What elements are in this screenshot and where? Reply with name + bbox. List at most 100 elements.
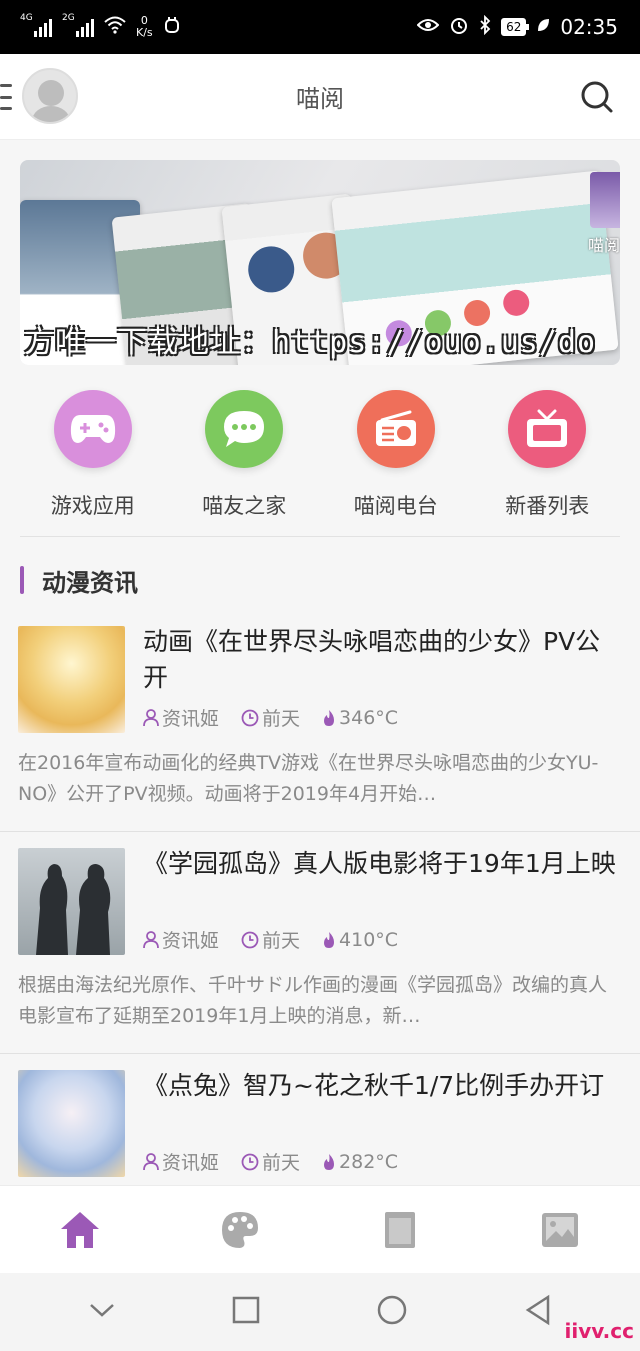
section-title: 动漫资讯 xyxy=(42,568,138,597)
banner-circle-art xyxy=(245,244,297,295)
back-button[interactable] xyxy=(524,1294,552,1330)
bluetooth-icon xyxy=(479,14,491,39)
news-time-label: 前天 xyxy=(262,1152,301,1174)
status-bar: 4G 2G 0 K/s 62 02:35 xyxy=(0,0,640,54)
news-author-label: 资讯姬 xyxy=(162,930,220,952)
flame-icon xyxy=(324,709,335,726)
banner-mini-icon-4 xyxy=(501,288,531,318)
network-speed-unit: K/s xyxy=(136,26,153,39)
main-content: 喵阅 方唯一下载地址：https://ouo.us/do 游戏应用 喵友之家 喵… xyxy=(0,140,640,1185)
news-item[interactable]: 动画《在世界尽头咏唱恋曲的少女》PV公开 资讯姬 前天 346°C 在2016年… xyxy=(0,610,640,832)
radio-icon xyxy=(356,390,435,468)
user-icon xyxy=(143,708,159,726)
user-avatar[interactable] xyxy=(22,68,78,124)
news-heat-label: 282°C xyxy=(339,1150,399,1173)
palette-icon xyxy=(222,1211,258,1248)
flame-icon xyxy=(324,1153,335,1170)
section-header: 动漫资讯 xyxy=(20,564,138,597)
shortcut-row: 游戏应用 喵友之家 喵阅电台 新番列表 xyxy=(0,390,640,535)
news-author: 资讯姬 xyxy=(143,704,219,731)
shortcut-label: 新番列表 xyxy=(505,494,590,518)
clock-icon xyxy=(241,709,259,726)
network-speed: 0 K/s xyxy=(136,15,153,39)
news-thumbnail xyxy=(18,1070,125,1177)
clock: 02:35 xyxy=(560,15,618,39)
tab-palette[interactable] xyxy=(210,1200,270,1260)
tab-gallery[interactable] xyxy=(530,1200,590,1260)
news-meta: 资讯姬 前天 346°C xyxy=(143,704,398,731)
news-heat-label: 346°C xyxy=(339,706,399,729)
search-icon[interactable] xyxy=(580,80,614,114)
app-header: 喵阅 xyxy=(0,54,640,140)
notification-app-icon xyxy=(163,16,181,39)
shortcut-label: 喵阅电台 xyxy=(353,494,438,518)
clock-icon xyxy=(241,1153,259,1170)
tv-icon xyxy=(508,390,587,468)
network-type-label-2: 2G xyxy=(62,13,75,23)
system-nav-bar xyxy=(0,1273,640,1351)
tab-home[interactable] xyxy=(50,1200,110,1260)
bottom-tab-bar xyxy=(0,1185,640,1273)
news-item[interactable]: 《学园孤岛》真人版电影将于19年1月上映 资讯姬 前天 410°C 根据由海法纪… xyxy=(0,832,640,1054)
back-triangle-icon xyxy=(525,1294,550,1326)
promo-banner[interactable]: 喵阅 方唯一下载地址：https://ouo.us/do xyxy=(20,160,620,365)
news-meta: 资讯姬 前天 282°C xyxy=(143,1148,398,1175)
news-time-label: 前天 xyxy=(262,708,301,730)
news-title: 《学园孤岛》真人版电影将于19年1月上映 xyxy=(143,849,616,878)
news-title: 动画《在世界尽头咏唱恋曲的少女》PV公开 xyxy=(143,627,601,692)
shortcut-label: 游戏应用 xyxy=(50,494,135,518)
section-accent-bar xyxy=(20,566,24,594)
watermark: iivv.cc xyxy=(564,1319,634,1343)
user-icon xyxy=(143,1152,159,1170)
square-icon xyxy=(232,1296,260,1324)
news-time-label: 前天 xyxy=(262,930,301,952)
eye-comfort-icon xyxy=(416,17,440,37)
news-time: 前天 xyxy=(241,926,300,953)
shortcut-game-apps[interactable]: 游戏应用 xyxy=(23,390,163,535)
news-thumbnail xyxy=(18,626,125,733)
news-summary: 在2016年宣布动画化的经典TV游戏《在世界尽头咏唱恋曲的少女YU-NO》公开了… xyxy=(18,752,599,805)
tab-book[interactable] xyxy=(370,1200,430,1260)
shortcut-friends-home[interactable]: 喵友之家 xyxy=(174,390,314,535)
image-icon xyxy=(542,1212,578,1247)
home-icon xyxy=(61,1211,99,1248)
wifi-icon xyxy=(104,16,126,39)
shortcut-label: 喵友之家 xyxy=(202,494,287,518)
power-saving-icon xyxy=(536,17,550,37)
gamepad-icon xyxy=(53,390,132,468)
signal-icon-2: 2G xyxy=(62,13,94,37)
banner-caption: 方唯一下载地址：https://ouo.us/do xyxy=(24,325,597,360)
app-title: 喵阅 xyxy=(296,85,344,113)
news-heat: 346°C xyxy=(322,707,398,729)
shortcut-radio[interactable]: 喵阅电台 xyxy=(326,390,466,535)
news-item[interactable]: 《点兔》智乃~花之秋千1/7比例手办开订 资讯姬 前天 282°C xyxy=(0,1054,640,1185)
news-heat: 410°C xyxy=(322,929,398,951)
news-heat-label: 410°C xyxy=(339,928,399,951)
chevron-down-icon[interactable] xyxy=(88,1301,116,1323)
shortcut-new-anime-list[interactable]: 新番列表 xyxy=(477,390,617,535)
news-heat: 282°C xyxy=(322,1151,398,1173)
chat-icon xyxy=(205,390,284,468)
divider xyxy=(20,536,620,537)
signal-icon: 4G xyxy=(20,13,52,37)
menu-icon[interactable] xyxy=(0,84,12,110)
news-title: 《点兔》智乃~花之秋千1/7比例手办开订 xyxy=(143,1071,605,1100)
news-meta: 资讯姬 前天 410°C xyxy=(143,926,398,953)
recent-apps-button[interactable] xyxy=(232,1296,260,1328)
banner-next-thumb xyxy=(590,172,620,228)
banner-side-text: 喵阅 xyxy=(587,236,620,255)
home-button[interactable] xyxy=(376,1294,408,1330)
network-type-label: 4G xyxy=(20,13,33,23)
news-thumbnail xyxy=(18,848,125,955)
clock-icon xyxy=(241,931,259,948)
alarm-icon xyxy=(449,15,469,39)
circle-icon xyxy=(377,1295,407,1325)
news-author-label: 资讯姬 xyxy=(162,1152,220,1174)
user-icon xyxy=(143,930,159,948)
news-author-label: 资讯姬 xyxy=(162,708,220,730)
flame-icon xyxy=(324,931,335,948)
battery-indicator: 62 xyxy=(501,18,530,36)
news-time: 前天 xyxy=(241,704,300,731)
news-list: 动画《在世界尽头咏唱恋曲的少女》PV公开 资讯姬 前天 346°C 在2016年… xyxy=(0,610,640,1185)
news-author: 资讯姬 xyxy=(143,926,219,953)
